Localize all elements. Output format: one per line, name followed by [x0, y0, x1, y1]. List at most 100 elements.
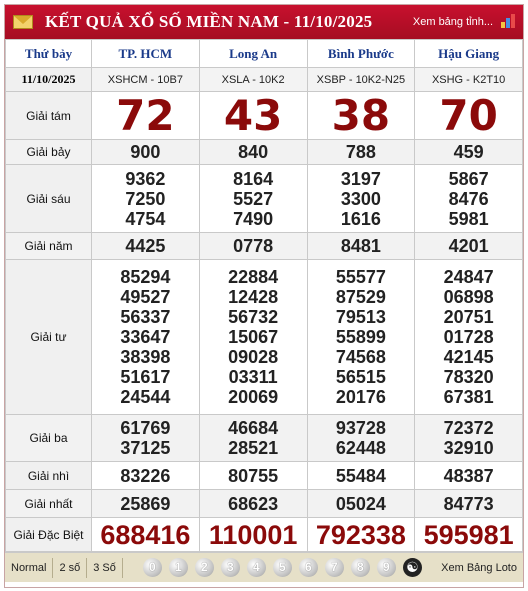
- prize-number: 788: [345, 142, 376, 162]
- prize-number: 78320: [443, 367, 494, 387]
- digit-filter: 0 1 2 3 4 5 6 7 8 9: [142, 558, 396, 577]
- prize-number: 4425: [125, 236, 166, 256]
- prize-number: 01728: [443, 327, 494, 347]
- prize-number: 28521: [228, 438, 279, 458]
- prize-number: 93728: [335, 418, 386, 438]
- prize-number: 38: [331, 90, 391, 140]
- prize-number: 42145: [443, 347, 494, 367]
- prize-number: 72: [116, 90, 175, 140]
- prize-row-g7: Giải bảy 900 840 788 459: [5, 139, 523, 165]
- province-header-binh-phuoc[interactable]: Bình Phước: [306, 39, 416, 68]
- digit-1-button[interactable]: 1: [168, 558, 188, 577]
- prize-number: 24847: [443, 267, 494, 287]
- prize-number: 9362: [125, 168, 166, 189]
- view-provinces-link[interactable]: Xem bảng tỉnh...: [413, 16, 493, 28]
- digit-4-button[interactable]: 4: [246, 558, 266, 577]
- prize-number: 46684: [228, 418, 279, 438]
- prize-number: 7250: [125, 188, 166, 209]
- prize-row-g4: Giải tư 85294 49527 56337 33647 38398 51…: [5, 259, 523, 415]
- yin-yang-icon[interactable]: ☯: [402, 558, 422, 577]
- prize-number: 4754: [125, 208, 166, 229]
- prize-number: 25869: [120, 493, 171, 514]
- prize-number: 8476: [448, 188, 489, 209]
- prize-row-g8: Giải tám 72 43 38 70: [5, 90, 523, 140]
- prize-number: 459: [453, 142, 484, 162]
- digit-7-button[interactable]: 7: [324, 558, 344, 577]
- prize-number: 37125: [120, 438, 171, 458]
- prize-number: 15067: [228, 327, 279, 347]
- prize-number: 5867: [448, 168, 489, 189]
- prize-number: 840: [238, 142, 269, 162]
- prize-label: Giải sáu: [5, 164, 92, 233]
- header-bar: KẾT QUẢ XỔ SỐ MIỀN NAM - 11/10/2025 Xem …: [5, 5, 523, 39]
- prize-number: 80755: [228, 465, 279, 486]
- ticket-code: XSHG - K2T10: [414, 67, 523, 92]
- prize-row-g2: Giải nhì 83226 80755 55484 48387: [5, 461, 523, 490]
- prize-number: 22884: [228, 267, 279, 287]
- prize-number: 8481: [340, 236, 381, 256]
- prize-row-g3: Giải ba 61769 37125 46684 28521 93728 62…: [5, 414, 523, 462]
- prize-label: Giải tư: [5, 259, 92, 415]
- prize-label: Giải nhất: [5, 489, 92, 518]
- digit-2-button[interactable]: 2: [194, 558, 214, 577]
- prize-number: 38398: [120, 347, 171, 367]
- digit-0-button[interactable]: 0: [142, 558, 162, 577]
- prize-number: 33647: [120, 327, 171, 347]
- prize-number: 55484: [335, 465, 386, 486]
- chart-bars-icon[interactable]: [501, 14, 515, 28]
- prize-number: 12428: [228, 287, 279, 307]
- mode-normal-button[interactable]: Normal: [5, 557, 54, 578]
- digit-8-button[interactable]: 8: [350, 558, 370, 577]
- prize-row-g1: Giải nhất 25869 68623 05024 84773: [5, 489, 523, 518]
- prize-number: 32910: [443, 438, 494, 458]
- prize-number: 8164: [233, 168, 274, 189]
- mode-3-digit-button[interactable]: 3 Số: [87, 557, 123, 578]
- draw-date: 11/10/2025: [5, 67, 92, 92]
- province-header-hcm[interactable]: TP. HCM: [91, 39, 200, 68]
- digit-9-button[interactable]: 9: [376, 558, 396, 577]
- prize-number: 05024: [335, 493, 386, 514]
- prize-number: 5981: [448, 208, 489, 229]
- prize-row-special: Giải Đặc Biệt 688416 110001 792338 59598…: [5, 517, 523, 552]
- ticket-code: XSBP - 10K2-N25: [306, 67, 416, 92]
- prize-number: 20069: [228, 387, 279, 407]
- digit-5-button[interactable]: 5: [272, 558, 292, 577]
- prize-number: 55577: [335, 267, 386, 287]
- footer-toolbar: Normal 2 số 3 Số 0 1 2 3 4 5 6 7 8 9 ☯ X…: [5, 552, 523, 582]
- view-loto-link[interactable]: Xem Bảng Loto: [441, 562, 517, 574]
- prize-number: 72372: [443, 418, 494, 438]
- prize-row-g5: Giải năm 4425 0778 8481 4201: [5, 232, 523, 260]
- prize-number: 03311: [228, 367, 278, 387]
- prize-number: 24544: [120, 387, 171, 407]
- prize-number: 09028: [228, 347, 279, 367]
- province-header-long-an[interactable]: Long An: [198, 39, 308, 68]
- prize-number: 20176: [335, 387, 386, 407]
- mode-2-digit-button[interactable]: 2 số: [53, 557, 88, 578]
- envelope-icon: [13, 15, 33, 29]
- prize-number: 74568: [335, 347, 386, 367]
- prize-number: 20751: [443, 307, 494, 327]
- digit-3-button[interactable]: 3: [220, 558, 240, 577]
- day-header: Thứ bảy: [5, 39, 92, 68]
- prize-number: 48387: [443, 465, 494, 486]
- prize-number: 1616: [340, 208, 381, 229]
- prize-number: 84773: [443, 493, 494, 514]
- prize-number: 56337: [120, 307, 171, 327]
- prize-number: 7490: [233, 208, 274, 229]
- prize-label: Giải bảy: [5, 139, 92, 165]
- digit-6-button[interactable]: 6: [298, 558, 318, 577]
- results-table: Thứ bảy TP. HCM Long An Bình Phước Hậu G…: [5, 39, 523, 552]
- prize-number: 83226: [120, 465, 171, 486]
- prize-number: 4201: [448, 236, 489, 256]
- prize-number: 87529: [335, 287, 386, 307]
- prize-number: 70: [439, 90, 498, 140]
- prize-number: 62448: [335, 438, 386, 458]
- prize-number: 51617: [120, 367, 171, 387]
- ticket-code: XSLA - 10K2: [198, 67, 308, 92]
- province-header-hau-giang[interactable]: Hậu Giang: [414, 39, 523, 68]
- results-panel: KẾT QUẢ XỔ SỐ MIỀN NAM - 11/10/2025 Xem …: [4, 4, 524, 588]
- prize-number: 79513: [335, 307, 386, 327]
- prize-number: 0778: [233, 236, 274, 256]
- prize-number: 85294: [120, 267, 171, 287]
- special-prize-number: 792338: [315, 519, 406, 550]
